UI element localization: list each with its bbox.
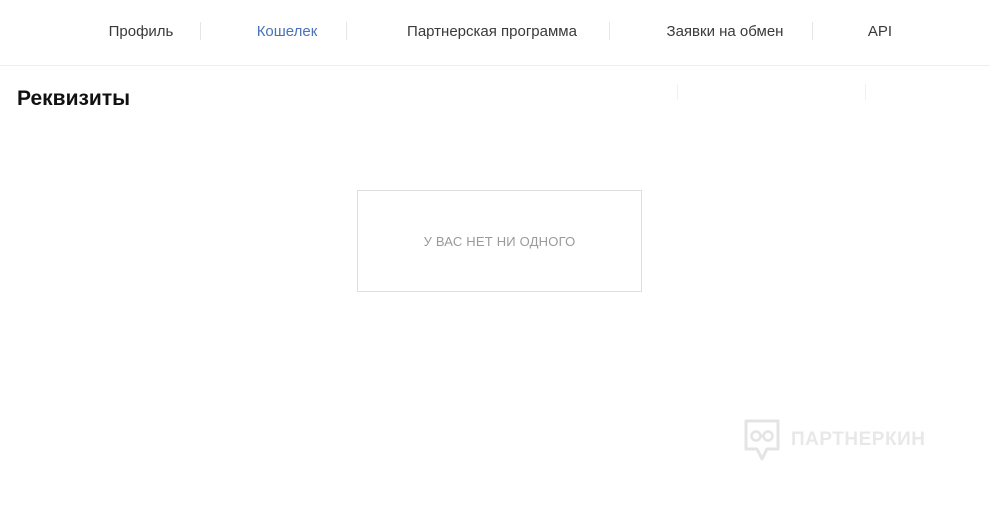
tab-profile[interactable]: Профиль — [109, 22, 174, 42]
nav-divider — [812, 22, 813, 40]
empty-state-message: У ВАС НЕТ НИ ОДНОГО — [423, 233, 576, 249]
page-title: Реквизиты — [17, 87, 131, 110]
watermark-brand: ПАРТНЕРКИН — [791, 429, 926, 450]
top-navigation: Профиль Кошелек Партнерская программа За… — [0, 0, 990, 66]
nav-divider — [609, 22, 610, 40]
tab-exchange-requests[interactable]: Заявки на обмен — [667, 22, 784, 42]
faint-divider — [677, 84, 678, 100]
faint-divider — [865, 84, 866, 100]
speech-bubble-glasses-icon — [744, 419, 780, 461]
tab-partner-program[interactable]: Партнерская программа — [407, 22, 577, 42]
nav-divider — [200, 22, 201, 40]
watermark: ПАРТНЕРКИН — [743, 418, 925, 462]
tab-wallet[interactable]: Кошелек — [257, 22, 318, 42]
nav-divider — [346, 22, 347, 40]
tab-api[interactable]: API — [868, 22, 892, 42]
empty-state-box: У ВАС НЕТ НИ ОДНОГО — [357, 190, 642, 292]
